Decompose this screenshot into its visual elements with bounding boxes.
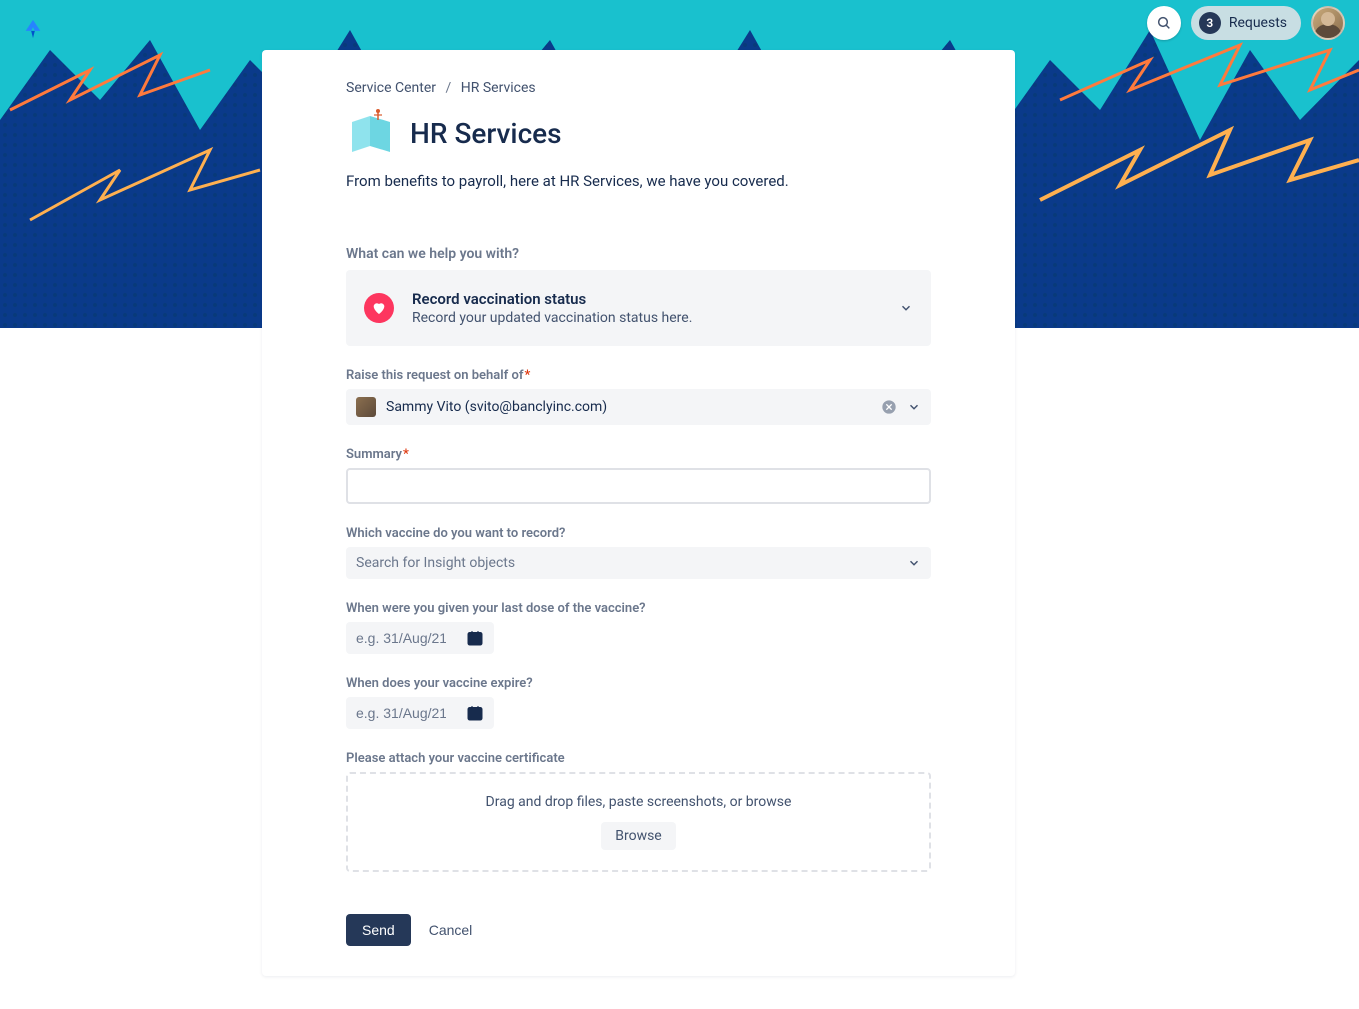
user-avatar-icon (356, 397, 376, 417)
profile-avatar[interactable] (1311, 6, 1345, 40)
requests-label: Requests (1229, 15, 1287, 31)
behalf-label: Raise this request on behalf of (346, 368, 523, 383)
summary-input[interactable] (346, 468, 931, 504)
request-type-subtitle: Record your updated vaccination status h… (412, 310, 881, 326)
search-icon (1156, 15, 1172, 31)
clear-icon[interactable] (881, 399, 897, 415)
heart-icon (364, 293, 394, 323)
breadcrumb: Service Center / HR Services (346, 80, 931, 96)
chevron-down-icon (899, 301, 913, 315)
attach-label: Please attach your vaccine certificate (346, 751, 931, 766)
calendar-button[interactable] (456, 622, 494, 654)
hr-services-icon (346, 108, 396, 158)
last-dose-input[interactable] (346, 622, 456, 654)
calendar-icon (466, 704, 484, 722)
cancel-button[interactable]: Cancel (429, 922, 473, 938)
breadcrumb-root[interactable]: Service Center (346, 80, 436, 96)
vaccine-select[interactable]: Search for Insight objects (346, 547, 931, 579)
request-type-selector[interactable]: Record vaccination status Record your up… (346, 270, 931, 346)
breadcrumb-current: HR Services (461, 80, 536, 96)
page-title: HR Services (410, 117, 562, 150)
request-type-title: Record vaccination status (412, 290, 881, 308)
request-form-card: Service Center / HR Services HR Services… (262, 50, 1015, 976)
calendar-button[interactable] (456, 697, 494, 729)
dropzone-text: Drag and drop files, paste screenshots, … (368, 794, 909, 810)
behalf-value: Sammy Vito (svito@banclyinc.com) (386, 399, 871, 415)
requests-button[interactable]: 3 Requests (1191, 6, 1301, 40)
search-button[interactable] (1147, 6, 1181, 40)
last-dose-label: When were you given your last dose of th… (346, 601, 931, 616)
summary-label: Summary (346, 447, 402, 462)
browse-button[interactable]: Browse (601, 822, 675, 850)
behalf-select[interactable]: Sammy Vito (svito@banclyinc.com) (346, 389, 931, 425)
vaccine-label: Which vaccine do you want to record? (346, 526, 931, 541)
requests-count-badge: 3 (1199, 12, 1221, 34)
vaccine-placeholder: Search for Insight objects (356, 555, 897, 571)
expire-label: When does your vaccine expire? (346, 676, 931, 691)
help-label: What can we help you with? (346, 246, 931, 262)
send-button[interactable]: Send (346, 914, 411, 946)
expire-input[interactable] (346, 697, 456, 729)
page-description: From benefits to payroll, here at HR Ser… (346, 172, 931, 190)
chevron-down-icon (907, 556, 921, 570)
chevron-down-icon (907, 400, 921, 414)
attachment-dropzone[interactable]: Drag and drop files, paste screenshots, … (346, 772, 931, 872)
brand-logo-icon (22, 18, 44, 44)
calendar-icon (466, 629, 484, 647)
